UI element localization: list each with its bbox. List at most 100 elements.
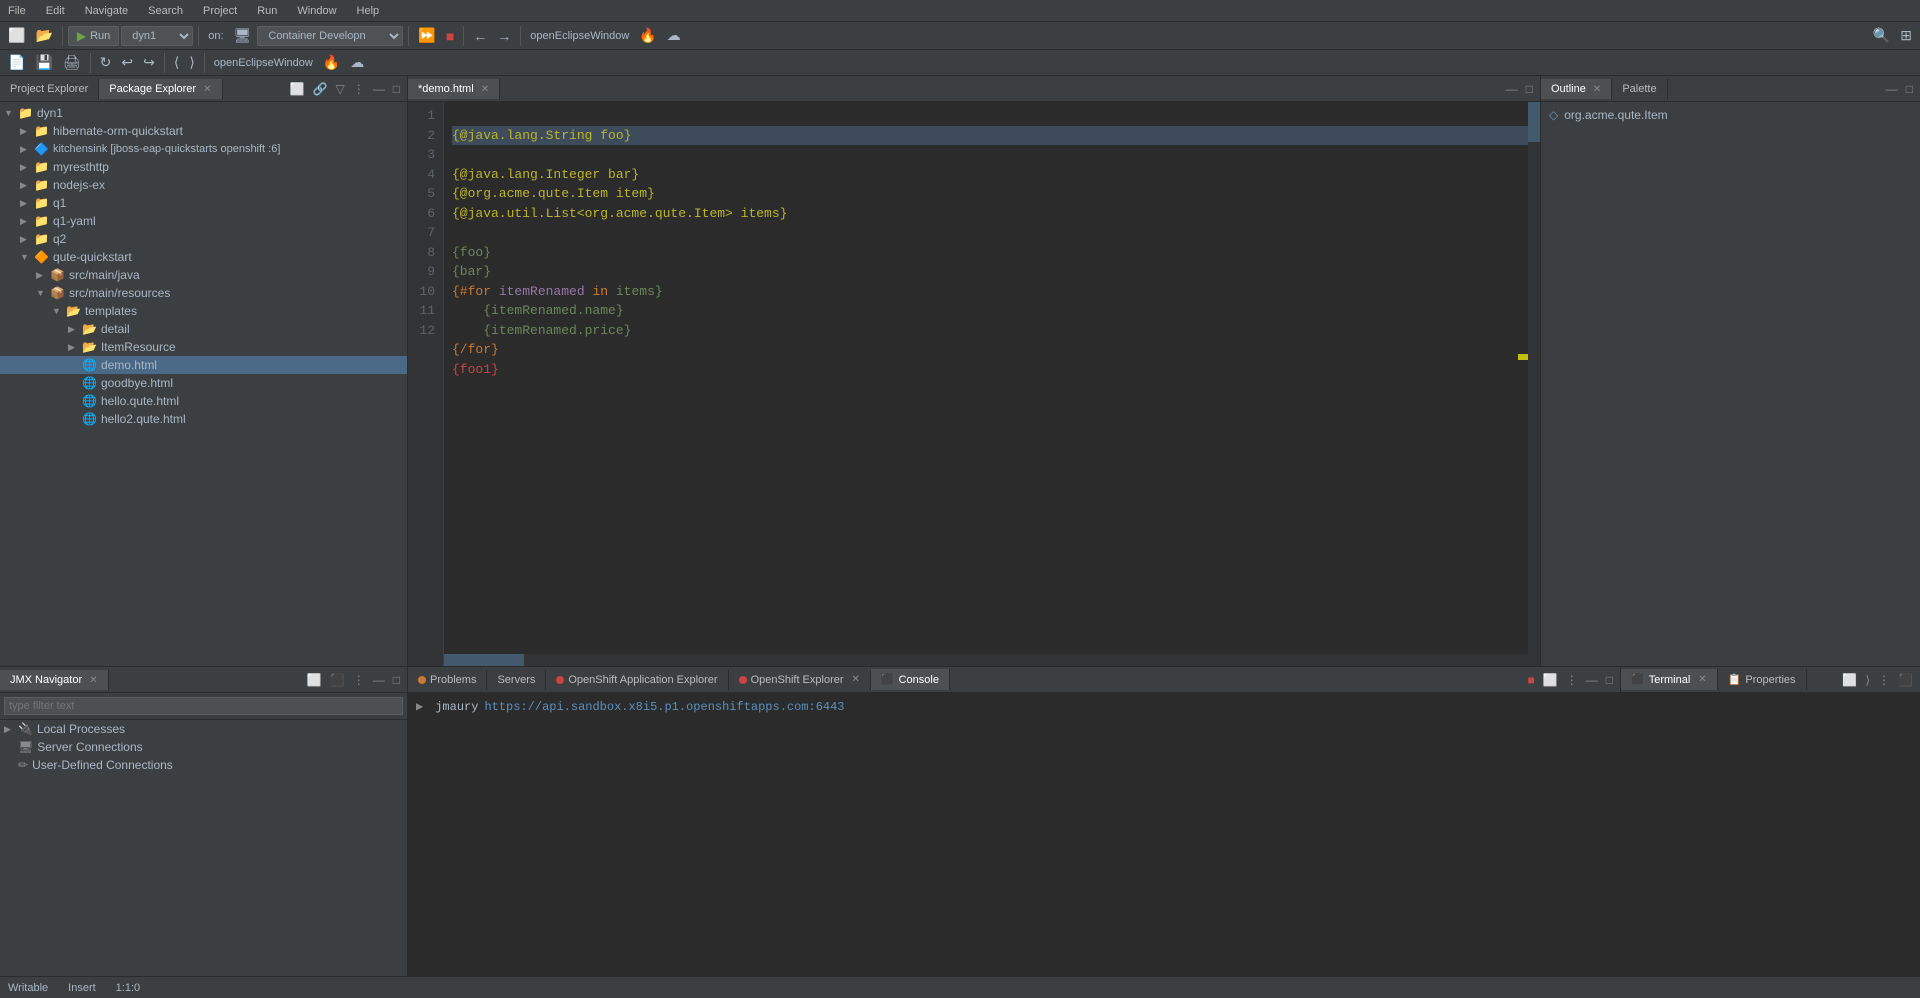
tab-servers[interactable]: Servers — [487, 670, 546, 690]
open-btn[interactable]: 📂 — [31, 25, 56, 46]
menu-navigate[interactable]: Navigate — [81, 3, 132, 19]
terminal-action3[interactable]: ⋮ — [1875, 672, 1893, 688]
tree-item-templates[interactable]: ▼ 📂 templates — [0, 302, 407, 320]
tree-item-nodejs[interactable]: ▶ 📁 nodejs-ex — [0, 176, 407, 194]
link-editor-btn[interactable]: 🔗 — [310, 81, 331, 97]
tree-item-goodbye-html[interactable]: 🌐 goodbye.html — [0, 374, 407, 392]
jmx-server-connections[interactable]: 🖥 Server Connections — [0, 738, 407, 756]
menu-window[interactable]: Window — [293, 3, 340, 19]
tree-item-itemresource[interactable]: ▶ 📂 ItemResource — [0, 338, 407, 356]
forward-btn[interactable]: → — [493, 26, 515, 46]
console-maximize-btn[interactable]: □ — [1603, 672, 1616, 688]
cloud2-btn[interactable]: ☁ — [346, 52, 368, 73]
jmx-maximize[interactable]: □ — [390, 672, 403, 688]
console-stop-btn[interactable]: ■ — [1525, 672, 1538, 688]
search-btn[interactable]: 🔍 — [1869, 25, 1894, 46]
tree-item-hello-qute[interactable]: 🌐 hello.qute.html — [0, 392, 407, 410]
tab-outline[interactable]: Outline ✕ — [1541, 79, 1612, 99]
menu-file[interactable]: File — [4, 3, 30, 19]
eclipse-window-btn[interactable]: openEclipseWindow — [210, 55, 317, 71]
terminal-action2[interactable]: ⟩ — [1862, 672, 1873, 688]
menu-search[interactable]: Search — [144, 3, 187, 19]
nav-btn[interactable]: ⟨ — [170, 52, 183, 73]
tree-item-src-java[interactable]: ▶ 📦 src/main/java — [0, 266, 407, 284]
terminal-content[interactable] — [1621, 693, 1920, 976]
menu-edit[interactable]: Edit — [42, 3, 69, 19]
print-btn[interactable]: 🖨 — [59, 52, 85, 73]
collapse-all-btn[interactable]: ⬜ — [287, 81, 308, 97]
refresh-btn[interactable]: ↻ — [96, 52, 116, 73]
tab-demo-html[interactable]: *demo.html ✕ — [408, 79, 500, 99]
tab-demo-html-close[interactable]: ✕ — [481, 84, 489, 95]
terminal-action4[interactable]: ⬛ — [1895, 672, 1916, 688]
editor-minimize-btn[interactable]: — — [1503, 81, 1521, 97]
tab-openshift-app-explorer[interactable]: OpenShift Application Explorer — [546, 670, 728, 690]
console-menu-btn[interactable]: ⋮ — [1563, 672, 1581, 688]
tab-terminal[interactable]: ⬛ Terminal ✕ — [1621, 669, 1718, 690]
outline-minimize[interactable]: — — [1883, 81, 1901, 97]
console-action-btn[interactable]: ⬜ — [1540, 672, 1561, 688]
editor-scrollbar[interactable] — [1528, 102, 1540, 666]
new-file-btn[interactable]: 📄 — [4, 52, 29, 73]
jmx-tab-close[interactable]: ✕ — [89, 675, 97, 686]
tree-item-myresthttp[interactable]: ▶ 📁 myresthttp — [0, 158, 407, 176]
new-btn[interactable]: ⬜ — [4, 25, 29, 46]
workspace-btn[interactable]: 🔥 — [635, 25, 660, 46]
editor-maximize-btn[interactable]: □ — [1523, 81, 1536, 97]
editor-hscrollbar[interactable] — [444, 654, 1540, 666]
tree-item-kitchensink[interactable]: ▶ 🔷 kitchensink [jboss-eap-quickstarts o… — [0, 140, 407, 158]
terminal-action1[interactable]: ⬜ — [1839, 672, 1860, 688]
undo-btn[interactable]: ↩ — [117, 52, 137, 73]
jmx-minimize[interactable]: — — [370, 672, 388, 688]
maximize-btn[interactable]: ⊞ — [1896, 25, 1916, 46]
console-minimize-btn[interactable]: — — [1583, 672, 1601, 688]
tab-openshift-explorer[interactable]: OpenShift Explorer ✕ — [729, 670, 871, 690]
tab-jmx-navigator[interactable]: JMX Navigator ✕ — [0, 670, 109, 690]
jmx-action1[interactable]: ⬜ — [304, 672, 325, 688]
tree-item-q1[interactable]: ▶ 📁 q1 — [0, 194, 407, 212]
tab-package-explorer[interactable]: Package Explorer ✕ — [99, 79, 222, 99]
tree-item-hello2-qute[interactable]: 🌐 hello2.qute.html — [0, 410, 407, 428]
minimize-btn[interactable]: — — [370, 81, 388, 97]
tree-item-dyn1[interactable]: ▼ 📁 dyn1 — [0, 104, 407, 122]
menu-help[interactable]: Help — [353, 3, 384, 19]
terminal-tab-close[interactable]: ✕ — [1698, 674, 1706, 685]
run-button[interactable]: ▶ Run — [68, 26, 119, 46]
explorer-menu-btn[interactable]: ⋮ — [350, 81, 368, 97]
jmx-local-processes[interactable]: ▶ 🔌 Local Processes — [0, 720, 407, 738]
run-config-dropdown[interactable]: dyn1 — [121, 26, 193, 46]
menu-project[interactable]: Project — [199, 3, 241, 19]
outline-tab-close[interactable]: ✕ — [1593, 84, 1601, 95]
fire-btn[interactable]: 🔥 — [319, 52, 344, 73]
jmx-user-connections[interactable]: ✏ User-Defined Connections — [0, 756, 407, 774]
tree-item-hibernate[interactable]: ▶ 📁 hibernate-orm-quickstart — [0, 122, 407, 140]
outline-item-class[interactable]: ◇ org.acme.qute.Item — [1545, 106, 1916, 124]
tab-package-explorer-close[interactable]: ✕ — [203, 84, 211, 95]
nav-fwd-btn[interactable]: ⟩ — [185, 52, 198, 73]
tree-item-q1yaml[interactable]: ▶ 📁 q1-yaml — [0, 212, 407, 230]
cloud-btn[interactable]: ☁ — [663, 25, 685, 46]
container-dropdown[interactable]: Container Developn — [257, 26, 403, 46]
editor-area[interactable]: {@java.lang.String foo} {@java.lang.Inte… — [444, 102, 1540, 666]
outline-maximize[interactable]: □ — [1903, 81, 1916, 97]
back-btn[interactable]: ← — [469, 26, 491, 46]
tree-item-src-resources[interactable]: ▼ 📦 src/main/resources — [0, 284, 407, 302]
tab-console[interactable]: ⬛ Console — [871, 669, 950, 690]
redo-btn[interactable]: ↪ — [139, 52, 159, 73]
tab-palette[interactable]: Palette — [1612, 79, 1667, 99]
filter-btn[interactable]: ▽ — [333, 81, 348, 97]
tree-item-detail[interactable]: ▶ 📂 detail — [0, 320, 407, 338]
debug-btn[interactable]: ⏩ — [414, 25, 439, 46]
jmx-filter-input[interactable] — [4, 697, 403, 715]
maximize-view-btn[interactable]: □ — [390, 81, 403, 97]
openshift-tab-close[interactable]: ✕ — [852, 674, 860, 685]
save-btn[interactable]: 💾 — [31, 52, 56, 73]
jmx-action3[interactable]: ⋮ — [350, 672, 368, 688]
console-item-jmaury[interactable]: ▶ jmaury https://api.sandbox.x8i5.p1.ope… — [416, 697, 1612, 716]
tree-item-q2[interactable]: ▶ 📁 q2 — [0, 230, 407, 248]
tab-properties[interactable]: 📋 Properties — [1718, 669, 1807, 690]
stop-btn[interactable]: ■ — [442, 26, 458, 46]
tree-item-demo-html[interactable]: 🌐 demo.html — [0, 356, 407, 374]
jmx-action2[interactable]: ⬛ — [327, 672, 348, 688]
menu-run[interactable]: Run — [253, 3, 281, 19]
